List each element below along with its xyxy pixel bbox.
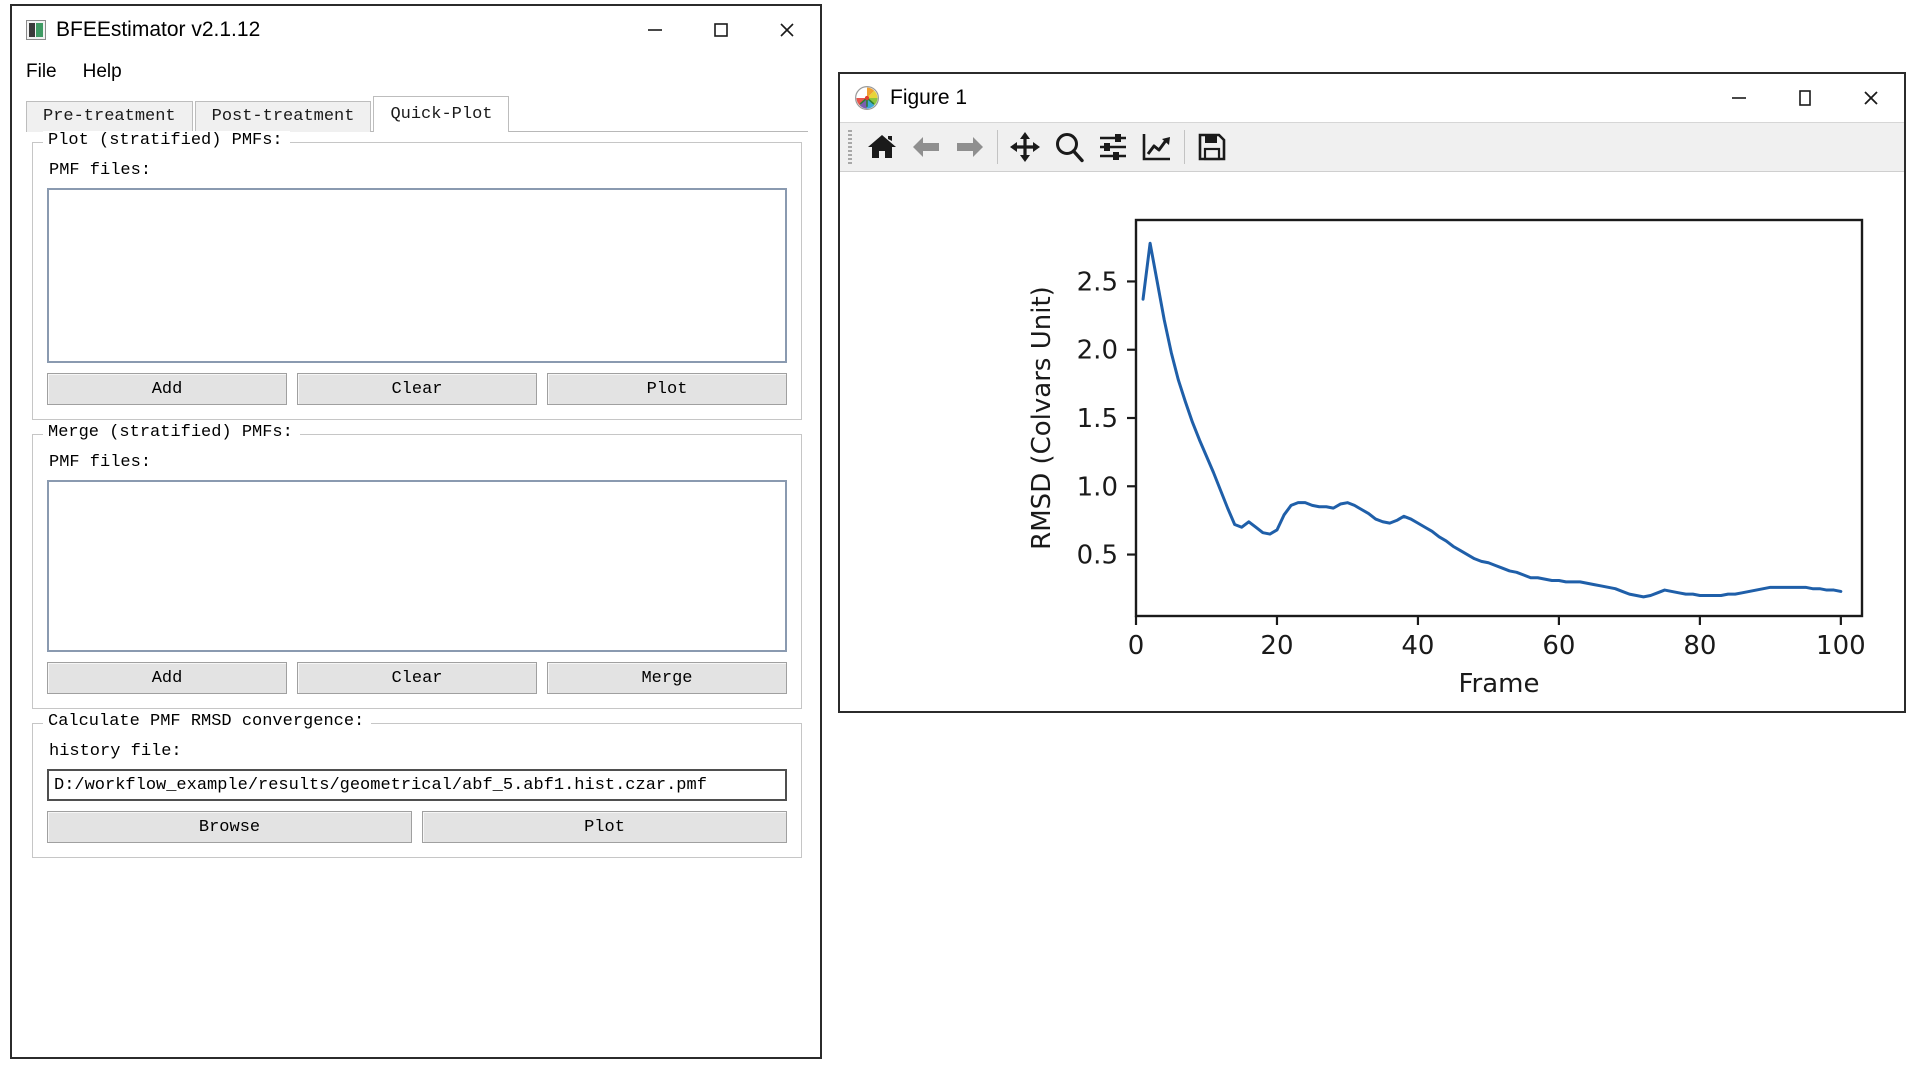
toolbar-home-button[interactable] [860, 126, 904, 168]
x-tick-label: 60 [1542, 631, 1575, 661]
home-icon [868, 135, 896, 158]
toolbar-save-button[interactable] [1190, 126, 1234, 168]
toolbar-pan-button[interactable] [1003, 126, 1047, 168]
figure-title: Figure 1 [890, 86, 968, 109]
arrow-right-icon [957, 137, 983, 157]
toolbar-zoom-button[interactable] [1047, 126, 1091, 168]
plot-clear-button[interactable]: Clear [297, 373, 537, 405]
y-tick-label: 1.0 [1077, 472, 1118, 502]
plot-background [840, 172, 1904, 710]
group-plot-pmfs-title: Plot (stratified) PMFs: [43, 131, 290, 150]
toolbar-separator-1 [997, 130, 998, 164]
plot-add-button[interactable]: Add [47, 373, 287, 405]
group-plot-pmfs: Plot (stratified) PMFs: PMF files: Add C… [32, 131, 802, 420]
y-axis-label: RMSD (Colvars Unit) [1027, 286, 1057, 550]
x-tick-label: 0 [1128, 631, 1145, 661]
y-tick-label: 2.5 [1077, 267, 1118, 297]
bfeestimator-window: BFEEstimator v2.1.12 File Help Pre-treat… [10, 4, 822, 1059]
tab-pre-treatment[interactable]: Pre-treatment [26, 101, 193, 132]
matplotlib-logo-icon [855, 86, 879, 110]
figure-window: Figure 1 0 20 40 60 80 100 0.5 1.0 1.5 2… [838, 72, 1906, 713]
figure-close-button[interactable] [1838, 74, 1904, 122]
toolbar-grip[interactable] [848, 130, 852, 164]
toolbar-back-button[interactable] [904, 126, 948, 168]
group-rmsd-convergence: Calculate PMF RMSD convergence: history … [32, 712, 802, 858]
app-title: BFEEstimator v2.1.12 [56, 18, 261, 41]
maximize-icon [714, 23, 728, 37]
rmsd-convergence-plot: 0 20 40 60 80 100 0.5 1.0 1.5 2.0 2.5 Frame RMSD (Co… [840, 172, 1904, 710]
group-merge-pmfs: Merge (stratified) PMFs: PMF files: Add … [32, 423, 802, 709]
toolbar-forward-button[interactable] [948, 126, 992, 168]
history-file-input[interactable]: D:/workflow_example/results/geometrical/… [47, 769, 787, 801]
figure-window-controls [1706, 74, 1904, 122]
figure-minimize-button[interactable] [1706, 74, 1772, 122]
minimize-button[interactable] [622, 6, 688, 54]
tab-quick-plot[interactable]: Quick-Plot [373, 96, 510, 132]
figure-titlebar: Figure 1 [840, 74, 1904, 122]
y-tick-label: 0.5 [1077, 541, 1118, 571]
maximize-icon [1799, 90, 1811, 106]
minimize-icon [648, 29, 662, 31]
tab-post-treatment[interactable]: Post-treatment [194, 101, 372, 132]
toolbar-separator-2 [1184, 130, 1185, 164]
floppy-save-icon [1198, 133, 1226, 161]
plot-pmf-files-label: PMF files: [49, 161, 152, 180]
rmsd-plot-button[interactable]: Plot [422, 811, 787, 843]
window-controls [622, 6, 820, 54]
figure-maximize-button[interactable] [1772, 74, 1838, 122]
minimize-icon [1732, 97, 1746, 99]
browse-button[interactable]: Browse [47, 811, 412, 843]
merge-pmf-files-list[interactable] [47, 480, 787, 652]
group-merge-pmfs-title: Merge (stratified) PMFs: [43, 423, 300, 442]
menu-file[interactable]: File [26, 61, 57, 83]
close-icon [780, 23, 794, 37]
tab-panel-quick-plot: Plot (stratified) PMFs: PMF files: Add C… [26, 131, 808, 1037]
app-titlebar: BFEEstimator v2.1.12 [12, 6, 820, 54]
arrow-left-icon [913, 137, 939, 157]
merge-pmf-button-row: Add Clear Merge [47, 662, 787, 694]
tabbar: Pre-treatment Post-treatment Quick-Plot [26, 96, 808, 132]
app-logo-icon [26, 20, 46, 40]
toolbar-edit-axis-button[interactable] [1135, 126, 1179, 168]
y-tick-label: 1.5 [1077, 404, 1118, 434]
plot-pmf-button-row: Add Clear Plot [47, 373, 787, 405]
x-axis-label: Frame [1458, 669, 1539, 699]
group-rmsd-convergence-title: Calculate PMF RMSD convergence: [43, 712, 372, 731]
x-tick-label: 100 [1816, 631, 1866, 661]
x-tick-label: 40 [1401, 631, 1434, 661]
merge-add-button[interactable]: Add [47, 662, 287, 694]
x-tick-label: 20 [1260, 631, 1293, 661]
magnifier-icon [1056, 133, 1084, 163]
menu-help[interactable]: Help [83, 61, 122, 83]
menubar: File Help [12, 54, 820, 90]
close-icon [1864, 91, 1878, 105]
merge-clear-button[interactable]: Clear [297, 662, 537, 694]
maximize-button[interactable] [688, 6, 754, 54]
move-cross-icon [1010, 132, 1040, 162]
toolbar-subplots-button[interactable] [1091, 126, 1135, 168]
sliders-icon [1100, 134, 1126, 160]
merge-pmf-files-label: PMF files: [49, 453, 152, 472]
plot-plot-button[interactable]: Plot [547, 373, 787, 405]
history-file-label: history file: [49, 742, 182, 761]
close-button[interactable] [754, 6, 820, 54]
y-tick-label: 2.0 [1077, 336, 1118, 366]
x-tick-label: 80 [1683, 631, 1716, 661]
chart-line-icon [1142, 134, 1170, 161]
rmsd-button-row: Browse Plot [47, 811, 787, 843]
screen: BFEEstimator v2.1.12 File Help Pre-treat… [0, 0, 1920, 1069]
merge-merge-button[interactable]: Merge [547, 662, 787, 694]
plot-pmf-files-list[interactable] [47, 188, 787, 363]
figure-toolbar [840, 122, 1904, 172]
figure-canvas[interactable]: 0 20 40 60 80 100 0.5 1.0 1.5 2.0 2.5 Frame RMSD (Co… [840, 172, 1904, 710]
